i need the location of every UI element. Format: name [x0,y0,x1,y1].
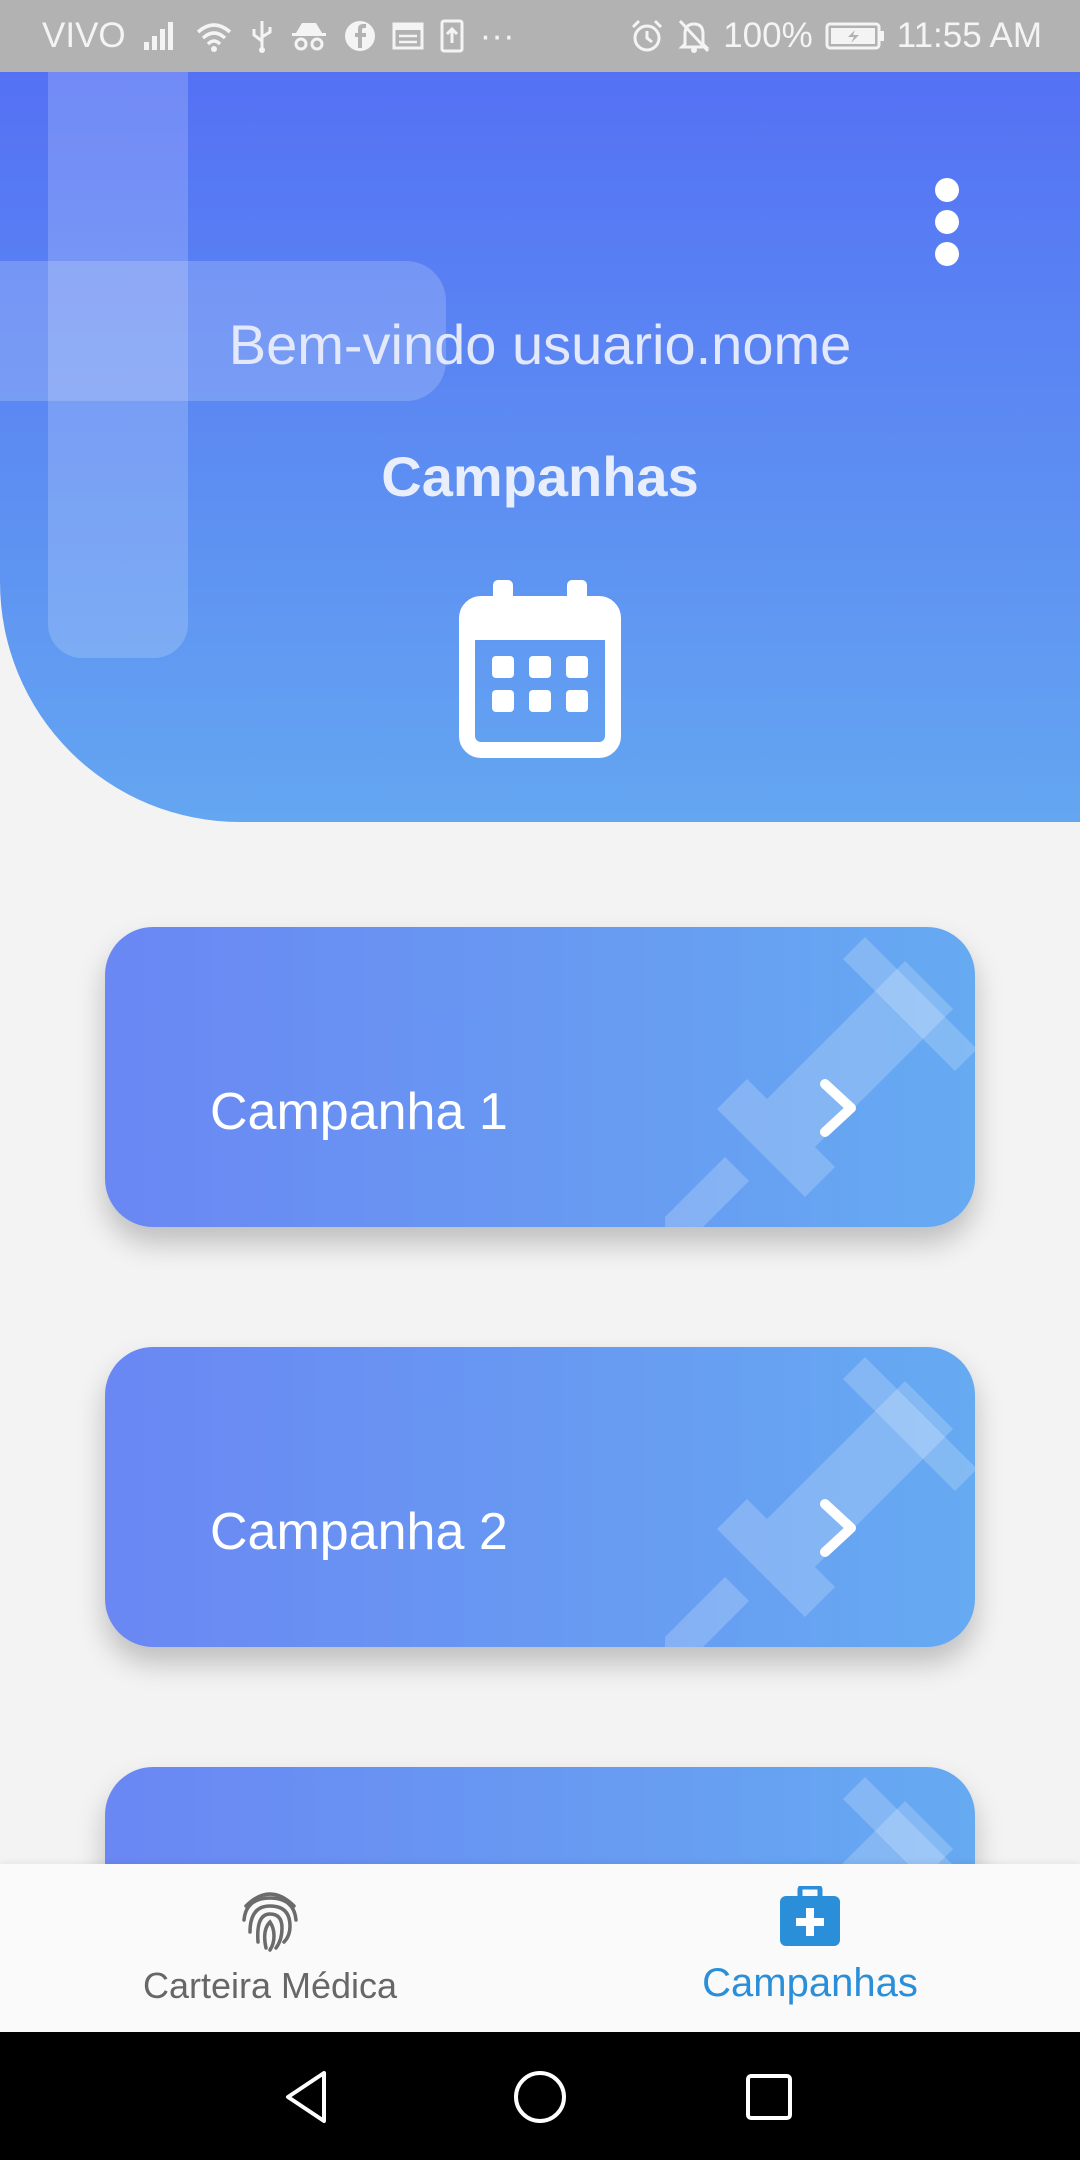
facebook-icon [344,20,376,52]
campaign-card[interactable]: Campanha 2 [105,1347,975,1647]
page-title: Campanhas [381,445,699,508]
recents-icon[interactable] [734,2062,804,2132]
more-vert-icon[interactable] [922,162,972,282]
more-dots-icon: ··· [479,16,515,55]
carrier-name: VIVO [42,16,126,55]
medical-kit-icon [778,1884,842,1953]
bottom-navigation: Carteira Médica Campanhas [0,1864,1080,2032]
usb-icon [250,19,274,53]
system-navigation-bar [0,2032,1080,2160]
news-icon [392,21,424,51]
battery-percent: 100% [723,16,813,55]
calendar-icon [459,576,621,763]
campaign-label: Campanha 2 [210,1503,508,1561]
nav-item-campanhas[interactable]: Campanhas [540,1864,1080,2032]
bell-off-icon [677,18,711,54]
signal-icon [142,20,178,52]
header-banner: Bem-vindo usuario.nome Campanhas [0,72,1080,822]
battery-charging-icon [825,21,885,51]
home-icon[interactable] [505,2062,575,2132]
nav-label: Carteira Médica [142,1965,398,2006]
fingerprint-icon [240,1886,300,1957]
wifi-icon [194,20,234,52]
clock: 11:55 AM [896,16,1042,55]
upload-icon [440,19,464,53]
alarm-icon [629,18,665,54]
nav-label: Campanhas [702,1961,918,2005]
chevron-right-icon [817,1498,861,1563]
welcome-text: Bem-vindo usuario.nome [228,313,852,376]
status-bar: VIVO ··· 100% 11:55 AM [0,0,1080,72]
back-icon[interactable] [272,2062,342,2132]
campaign-label: Campanha 1 [210,1083,508,1141]
chevron-right-icon [817,1078,861,1143]
nav-item-carteira-medica[interactable]: Carteira Médica [0,1864,540,2032]
incognito-icon [290,21,328,51]
campaign-card[interactable]: Campanha 1 [105,927,975,1227]
